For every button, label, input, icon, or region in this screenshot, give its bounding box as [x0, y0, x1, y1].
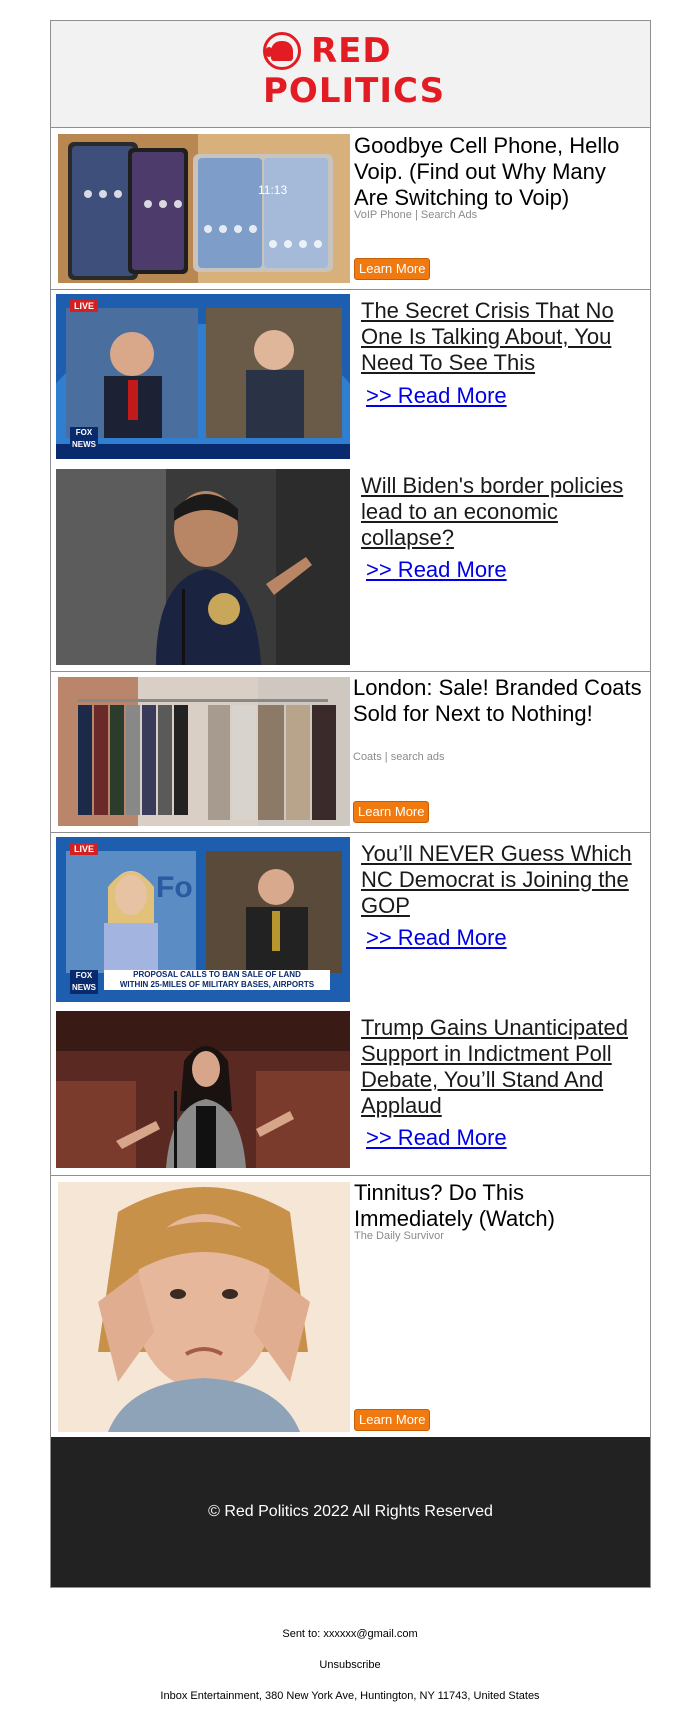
ad-block[interactable]: 11:13 Goodbye Cell Phone, Hello Voip. (F… [51, 128, 650, 290]
speaker-at-podium-image[interactable] [56, 469, 350, 665]
live-badge: LIVE [70, 300, 99, 312]
footer-banner: © Red Politics 2022 All Rights Reserved [51, 1437, 650, 1587]
fox-news-logo: FOX NEWS [70, 427, 98, 451]
coats-rack-image[interactable] [58, 677, 350, 826]
ad-title[interactable]: London: Sale! Branded Coats Sold for Nex… [353, 675, 643, 727]
read-more-link[interactable]: >> Read More [366, 557, 507, 583]
elephant-icon [263, 32, 301, 70]
learn-more-button[interactable]: Learn More [354, 258, 431, 280]
ad-source: The Daily Survivor [354, 1230, 444, 1242]
red-politics-logo[interactable]: RED POLITICS [263, 31, 446, 112]
ad-title[interactable]: Tinnitus? Do This Immediately (Watch) [354, 1180, 644, 1232]
article-title[interactable]: The Secret Crisis That No One Is Talking… [361, 298, 641, 376]
read-more-link[interactable]: >> Read More [366, 925, 507, 951]
woman-covering-ears-image[interactable] [58, 1182, 350, 1432]
ad-block[interactable]: London: Sale! Branded Coats Sold for Nex… [51, 672, 650, 833]
ad-title[interactable]: Goodbye Cell Phone, Hello Voip. (Find ou… [354, 133, 644, 211]
mailing-address: Inbox Entertainment, 380 New York Ave, H… [160, 1690, 540, 1702]
article-title[interactable]: Trump Gains Unanticipated Support in Ind… [361, 1015, 641, 1119]
article-block: LIVE FOX NEWS The Secret Crisis That No … [51, 290, 650, 672]
live-badge: LIVE [70, 843, 99, 855]
ad-block[interactable]: Tinnitus? Do This Immediately (Watch) Th… [51, 1176, 650, 1437]
ticker-line-2: WITHIN 25-MILES OF MILITARY BASES, AIRPO… [119, 980, 315, 989]
copyright-text: © Red Politics 2022 All Rights Reserved [208, 1503, 493, 1520]
email-container: RED POLITICS 11:13 Goodbye Cell Phone, H… [50, 20, 651, 1588]
fox-friends-interview-image[interactable]: Fo LIVE FOX NEWS PROPOSAL CALLS TO BAN S… [56, 837, 350, 1002]
logo-line-1: RED [311, 31, 392, 71]
article-title[interactable]: Will Biden's border policies lead to an … [361, 473, 641, 551]
foldable-phones-image[interactable]: 11:13 [58, 134, 350, 283]
header: RED POLITICS [51, 21, 650, 128]
svg-text:Fo: Fo [156, 871, 193, 904]
read-more-link[interactable]: >> Read More [366, 1125, 507, 1151]
ad-source: VoIP Phone | Search Ads [354, 209, 478, 221]
learn-more-button[interactable]: Learn More [353, 801, 430, 823]
learn-more-button[interactable]: Learn More [354, 1409, 431, 1431]
svg-text:11:13: 11:13 [258, 183, 287, 197]
ticker-line-1: PROPOSAL CALLS TO BAN SALE OF LAND [133, 970, 301, 979]
fox-news-logo: FOX NEWS [70, 970, 98, 994]
news-ticker: PROPOSAL CALLS TO BAN SALE OF LAND WITHIN… [104, 970, 330, 990]
logo-line-2: POLITICS [263, 71, 446, 111]
read-more-link[interactable]: >> Read More [366, 383, 507, 409]
sent-to-text: Sent to: xxxxxx@gmail.com [282, 1628, 418, 1640]
ad-source: Coats | search ads [353, 751, 445, 763]
congresswoman-speaking-image[interactable] [56, 1011, 350, 1168]
article-title[interactable]: You’ll NEVER Guess Which NC Democrat is … [361, 841, 641, 919]
unsubscribe-link[interactable]: Unsubscribe [0, 1659, 700, 1671]
fox-news-interview-image[interactable]: LIVE FOX NEWS [56, 294, 350, 459]
article-block: Fo LIVE FOX NEWS PROPOSAL CALLS TO BAN S… [51, 833, 650, 1176]
